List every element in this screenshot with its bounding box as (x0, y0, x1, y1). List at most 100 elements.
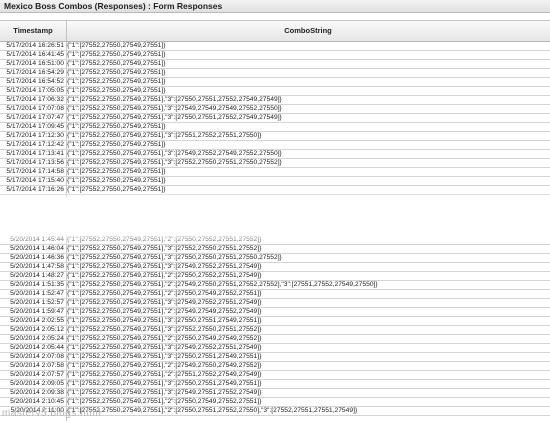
timestamp-cell[interactable]: 5/17/2014 16:26:51 (0, 42, 64, 50)
table-row[interactable]: 5/17/2014 17:06:32 {"1":[27552,27550,2754… (0, 96, 550, 105)
combostring-cell[interactable]: {"1":[27552,27550,27549,27551],"3":[2755… (67, 380, 261, 388)
table-row[interactable]: 5/20/2014 1:52:57 {"1":[27552,27550,27549… (0, 299, 550, 308)
table-row[interactable]: 5/17/2014 17:09:45 {"1":[27552,27550,2754… (0, 123, 550, 132)
timestamp-cell[interactable]: 5/17/2014 16:41:45 (0, 51, 64, 59)
timestamp-cell[interactable]: 5/17/2014 17:13:41 (0, 150, 64, 158)
timestamp-cell[interactable]: 5/17/2014 17:07:47 (0, 114, 64, 122)
timestamp-cell[interactable]: 5/20/2014 1:52:47 (0, 290, 64, 298)
timestamp-cell[interactable]: 5/20/2014 1:46:04 (0, 245, 64, 253)
combostring-cell[interactable]: {"1":[27552,27550,27549,27551],"3":[2754… (67, 263, 261, 271)
timestamp-cell[interactable]: 5/20/2014 1:46:36 (0, 254, 64, 262)
column-header-combostring[interactable]: ComboString (66, 21, 550, 41)
combostring-cell[interactable]: {"1":[27552,27550,27549,27551],"2":[2755… (67, 398, 261, 406)
combostring-cell[interactable]: {"1":[27552,27550,27549,27551]} (67, 141, 165, 149)
table-row[interactable]: 5/17/2014 17:07:47 {"1":[27552,27550,2754… (0, 114, 550, 123)
table-row[interactable]: 5/20/2014 1:52:47 {"1":[27552,27550,27549… (0, 290, 550, 299)
table-row[interactable]: 5/20/2014 2:07:58 {"1":[27552,27550,27549… (0, 362, 550, 371)
combostring-cell[interactable]: {"1":[27552,27550,27549,27551]} (67, 78, 165, 86)
timestamp-cell[interactable]: 5/20/2014 2:05:24 (0, 335, 64, 343)
timestamp-cell[interactable]: 5/17/2014 17:14:58 (0, 168, 64, 176)
timestamp-cell[interactable]: 5/17/2014 17:16:26 (0, 186, 64, 194)
timestamp-cell[interactable]: 5/20/2014 2:05:12 (0, 326, 64, 334)
table-row[interactable]: 5/17/2014 16:41:45 {"1":[27552,27550,2754… (0, 51, 550, 60)
timestamp-cell[interactable]: 5/20/2014 2:07:58 (0, 362, 64, 370)
timestamp-cell[interactable]: 5/17/2014 17:05:05 (0, 87, 64, 95)
table-row[interactable]: 5/17/2014 16:26:51 {"1":[27552,27550,2754… (0, 42, 550, 51)
combostring-cell[interactable]: {"1":[27552,27550,27549,27551],"3":[2755… (67, 245, 261, 253)
table-row[interactable]: 5/20/2014 1:48:27 {"1":[27552,27550,27549… (0, 272, 550, 281)
combostring-cell[interactable]: {"1":[27552,27550,27549,27551],"3":[2754… (67, 299, 261, 307)
timestamp-cell[interactable]: 5/20/2014 2:05:44 (0, 344, 64, 352)
combostring-cell[interactable]: {"1":[27552,27550,27549,27551],"2":[2755… (67, 335, 261, 343)
table-row[interactable]: 5/20/2014 2:05:12 {"1":[27552,27550,27549… (0, 326, 550, 335)
combostring-cell[interactable]: {"1":[27552,27550,27549,27551],"2":[2755… (67, 371, 261, 379)
combostring-cell[interactable]: {"1":[27552,27550,27549,27551],"3":[2755… (67, 326, 261, 334)
timestamp-cell[interactable]: 5/17/2014 17:12:42 (0, 141, 64, 149)
timestamp-cell[interactable]: 5/17/2014 17:06:32 (0, 96, 64, 104)
timestamp-cell[interactable]: 5/20/2014 1:51:35 (0, 281, 64, 289)
table-row[interactable]: 5/20/2014 2:07:08 {"1":[27552,27550,27549… (0, 353, 550, 362)
timestamp-cell[interactable]: 5/17/2014 16:54:29 (0, 69, 64, 77)
table-row[interactable]: 5/17/2014 16:54:52 {"1":[27552,27550,2754… (0, 78, 550, 87)
timestamp-cell[interactable]: 5/20/2014 2:07:57 (0, 371, 64, 379)
table-row[interactable]: 5/17/2014 17:12:30 {"1":[27552,27550,2754… (0, 132, 550, 141)
combostring-cell[interactable]: {"1":[27552,27550,27549,27551],"3":[2754… (67, 389, 261, 397)
table-row[interactable]: 5/20/2014 2:07:57 {"1":[27552,27550,27549… (0, 371, 550, 380)
combostring-cell[interactable]: {"1":[27552,27550,27549,27551]} (67, 51, 165, 59)
table-row[interactable]: 5/17/2014 17:15:40 {"1":[27552,27550,2754… (0, 177, 550, 186)
combostring-cell[interactable]: {"1":[27552,27550,27549,27551],"3":[2755… (67, 114, 282, 122)
table-row[interactable]: 5/17/2014 17:14:58 {"1":[27552,27550,2754… (0, 168, 550, 177)
timestamp-cell[interactable]: 5/20/2014 1:47:58 (0, 263, 64, 271)
table-row[interactable]: 5/20/2014 2:09:38 {"1":[27552,27550,27549… (0, 389, 550, 398)
combostring-cell[interactable]: {"1":[27552,27550,27549,27551]} (67, 42, 165, 50)
table-row[interactable]: 5/17/2014 17:05:05 {"1":[27552,27550,2754… (0, 87, 550, 96)
timestamp-cell[interactable]: 5/17/2014 16:54:52 (0, 78, 64, 86)
table-row[interactable]: 5/20/2014 1:51:35 {"1":[27552,27550,27549… (0, 281, 550, 290)
timestamp-cell[interactable]: 5/17/2014 17:13:56 (0, 159, 64, 167)
timestamp-cell[interactable]: 5/20/2014 1:59:47 (0, 308, 64, 316)
table-row[interactable]: 5/17/2014 17:13:56 {"1":[27552,27550,2754… (0, 159, 550, 168)
timestamp-cell[interactable]: 5/17/2014 17:09:45 (0, 123, 64, 131)
table-row[interactable]: 5/20/2014 2:09:05 {"1":[27552,27550,27549… (0, 380, 550, 389)
combostring-cell[interactable]: {"1":[27552,27550,27549,27551],"3":[2755… (67, 132, 261, 140)
combostring-cell[interactable]: {"1":[27552,27550,27549,27551],"3":[2755… (67, 159, 282, 167)
table-row[interactable]: 5/17/2014 16:54:29 {"1":[27552,27550,2754… (0, 69, 550, 78)
combostring-cell[interactable]: {"1":[27552,27550,27549,27551],"2":[2754… (67, 362, 261, 370)
combostring-cell[interactable]: {"1":[27552,27550,27549,27551],"2":[2755… (67, 407, 357, 415)
combostring-cell[interactable]: {"1":[27552,27550,27549,27551],"2":[2755… (67, 290, 261, 298)
timestamp-cell[interactable]: 5/20/2014 1:52:57 (0, 299, 64, 307)
timestamp-cell[interactable]: 5/17/2014 16:51:00 (0, 60, 64, 68)
table-row[interactable]: 5/17/2014 17:12:42 {"1":[27552,27550,2754… (0, 141, 550, 150)
timestamp-cell[interactable]: 5/20/2014 2:09:38 (0, 389, 64, 397)
combostring-cell[interactable]: {"1":[27552,27550,27549,27551],"3":[2755… (67, 254, 282, 262)
combostring-cell[interactable]: {"1":[27552,27550,27549,27551]} (67, 168, 165, 176)
table-row[interactable]: 5/20/2014 1:47:58 {"1":[27552,27550,27549… (0, 263, 550, 272)
combostring-cell[interactable]: {"1":[27552,27550,27549,27551],"2":[2755… (67, 272, 261, 280)
table-row[interactable]: 5/20/2014 1:59:47 {"1":[27552,27550,27549… (0, 308, 550, 317)
combostring-cell[interactable]: {"1":[27552,27550,27549,27551],"2":[2754… (67, 308, 261, 316)
combostring-cell[interactable]: {"1":[27552,27550,27549,27551]} (67, 60, 165, 68)
timestamp-cell[interactable]: 5/20/2014 2:07:08 (0, 353, 64, 361)
timestamp-cell[interactable]: 5/20/2014 2:09:05 (0, 380, 64, 388)
timestamp-cell[interactable]: 5/17/2014 17:15:40 (0, 177, 64, 185)
table-row[interactable]: 5/20/2014 2:05:24 {"1":[27552,27550,27549… (0, 335, 550, 344)
timestamp-cell[interactable]: 5/20/2014 1:48:27 (0, 272, 64, 280)
combostring-cell[interactable]: {"1":[27552,27550,27549,27551]} (67, 177, 165, 185)
combostring-cell[interactable]: {"1":[27552,27550,27549,27551],"3":[2754… (67, 344, 261, 352)
combostring-cell[interactable]: {"1":[27552,27550,27549,27551],"3":[2755… (67, 317, 261, 325)
table-row[interactable]: 5/17/2014 16:51:00 {"1":[27552,27550,2754… (0, 60, 550, 69)
combostring-cell[interactable]: {"1":[27552,27550,27549,27551],"3":[2755… (67, 96, 282, 104)
table-row[interactable]: 5/20/2014 1:46:36 {"1":[27552,27550,27549… (0, 254, 550, 263)
timestamp-cell[interactable]: 5/17/2014 17:07:08 (0, 105, 64, 113)
combostring-cell[interactable]: {"1":[27552,27550,27549,27551],"2":[2754… (67, 281, 378, 289)
combostring-cell[interactable]: {"1":[27552,27550,27549,27551]} (67, 69, 165, 77)
table-row[interactable]: 5/20/2014 2:10:45 {"1":[27552,27550,27549… (0, 398, 550, 407)
table-row[interactable]: 5/20/2014 2:02:55 {"1":[27552,27550,27549… (0, 317, 550, 326)
table-row[interactable]: 5/17/2014 17:07:08 {"1":[27552,27550,2754… (0, 105, 550, 114)
table-row[interactable]: 5/20/2014 2:05:44 {"1":[27552,27550,27549… (0, 344, 550, 353)
combostring-cell[interactable]: {"1":[27552,27550,27549,27551],"3":[2754… (67, 105, 282, 113)
combostring-cell[interactable]: {"1":[27552,27550,27549,27551],"3":[2754… (67, 150, 282, 158)
combostring-cell[interactable]: {"1":[27552,27550,27549,27551]} (67, 87, 165, 95)
timestamp-cell[interactable]: 5/20/2014 2:10:45 (0, 398, 64, 406)
combostring-cell[interactable]: {"1":[27552,27550,27549,27551]} (67, 186, 165, 194)
